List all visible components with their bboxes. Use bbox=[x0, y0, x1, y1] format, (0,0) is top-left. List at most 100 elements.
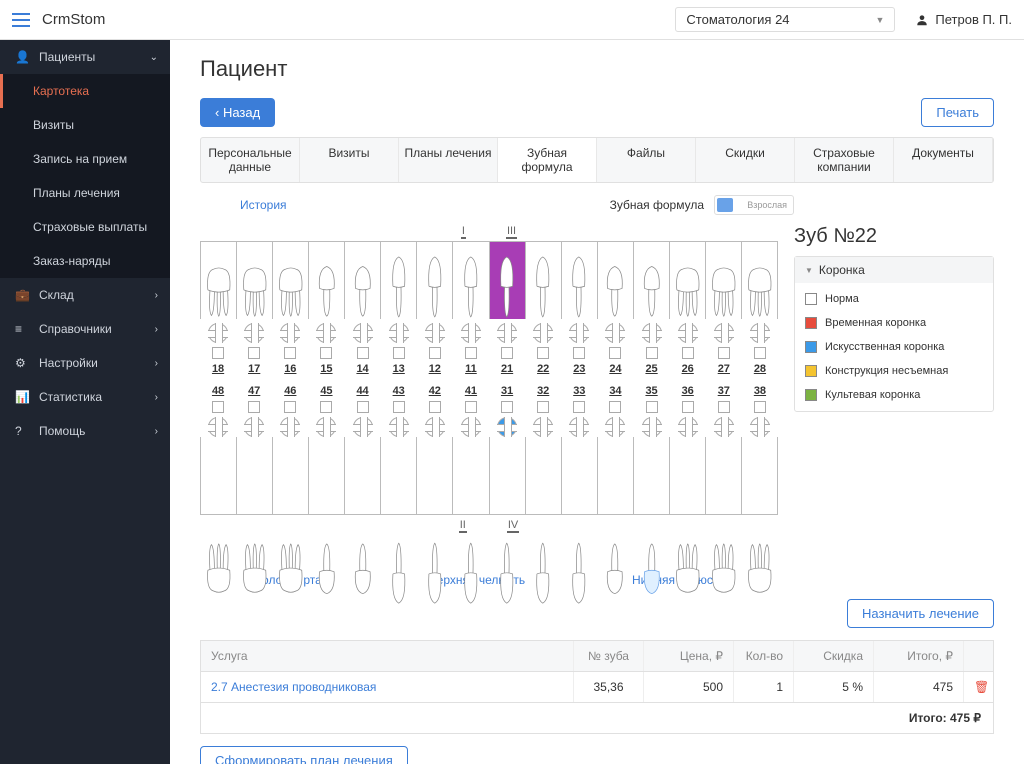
surface-46[interactable] bbox=[284, 401, 296, 413]
occlusal-46[interactable] bbox=[280, 417, 300, 437]
occlusal-45[interactable] bbox=[316, 417, 336, 437]
occlusal-28[interactable] bbox=[750, 323, 770, 343]
tooth-26[interactable] bbox=[670, 242, 706, 319]
tooth-22[interactable] bbox=[526, 242, 562, 319]
surface-32[interactable] bbox=[537, 401, 549, 413]
legend-item[interactable]: Норма bbox=[795, 287, 993, 311]
occlusal-47[interactable] bbox=[244, 417, 264, 437]
surface-13[interactable] bbox=[393, 347, 405, 359]
sidebar-item-patients[interactable]: 👤 Пациенты ⌄ bbox=[0, 40, 170, 74]
tooth-47[interactable] bbox=[237, 437, 273, 514]
occlusal-44[interactable] bbox=[353, 417, 373, 437]
surface-16[interactable] bbox=[284, 347, 296, 359]
tooth-21[interactable] bbox=[490, 242, 526, 319]
tooth-36[interactable] bbox=[670, 437, 706, 514]
tooth-24[interactable] bbox=[598, 242, 634, 319]
tooth-28[interactable] bbox=[742, 242, 777, 319]
surface-12[interactable] bbox=[429, 347, 441, 359]
tooth-41[interactable] bbox=[453, 437, 489, 514]
occlusal-41[interactable] bbox=[461, 417, 481, 437]
age-toggle[interactable]: Взрослая bbox=[714, 195, 794, 215]
tab-discounts[interactable]: Скидки bbox=[696, 138, 795, 182]
legend-item[interactable]: Конструкция несъемная bbox=[795, 359, 993, 383]
sidebar-item-stock[interactable]: 💼Склад› bbox=[0, 278, 170, 312]
legend-item[interactable]: Культевая коронка bbox=[795, 383, 993, 407]
occlusal-36[interactable] bbox=[678, 417, 698, 437]
tooth-31[interactable] bbox=[490, 437, 526, 514]
surface-17[interactable] bbox=[248, 347, 260, 359]
occlusal-11[interactable] bbox=[461, 323, 481, 343]
tooth-37[interactable] bbox=[706, 437, 742, 514]
occlusal-12[interactable] bbox=[425, 323, 445, 343]
tooth-13[interactable] bbox=[381, 242, 417, 319]
surface-25[interactable] bbox=[646, 347, 658, 359]
surface-26[interactable] bbox=[682, 347, 694, 359]
occlusal-18[interactable] bbox=[208, 323, 228, 343]
print-button[interactable]: Печать bbox=[921, 98, 994, 127]
occlusal-27[interactable] bbox=[714, 323, 734, 343]
sidebar-sub-appointment[interactable]: Запись на прием bbox=[0, 142, 170, 176]
tab-personal[interactable]: Персональные данные bbox=[201, 138, 300, 182]
surface-38[interactable] bbox=[754, 401, 766, 413]
surface-48[interactable] bbox=[212, 401, 224, 413]
occlusal-22[interactable] bbox=[533, 323, 553, 343]
sidebar-sub-kartoteka[interactable]: Картотека bbox=[0, 74, 170, 108]
sidebar-item-settings[interactable]: ⚙Настройки› bbox=[0, 346, 170, 380]
tooth-25[interactable] bbox=[634, 242, 670, 319]
surface-34[interactable] bbox=[609, 401, 621, 413]
surface-21[interactable] bbox=[501, 347, 513, 359]
service-link[interactable]: 2.7 Анестезия проводниковая bbox=[211, 680, 376, 694]
surface-44[interactable] bbox=[357, 401, 369, 413]
sidebar-sub-plans[interactable]: Планы лечения bbox=[0, 176, 170, 210]
surface-22[interactable] bbox=[537, 347, 549, 359]
occlusal-35[interactable] bbox=[642, 417, 662, 437]
tooth-32[interactable] bbox=[526, 437, 562, 514]
tab-insurance[interactable]: Страховые компании bbox=[795, 138, 894, 182]
surface-36[interactable] bbox=[682, 401, 694, 413]
clinic-select[interactable]: Стоматология 24 ▼ bbox=[675, 7, 895, 32]
accordion-head[interactable]: ▼Коронка bbox=[795, 257, 993, 283]
occlusal-25[interactable] bbox=[642, 323, 662, 343]
occlusal-42[interactable] bbox=[425, 417, 445, 437]
occlusal-23[interactable] bbox=[569, 323, 589, 343]
occlusal-13[interactable] bbox=[389, 323, 409, 343]
tooth-12[interactable] bbox=[417, 242, 453, 319]
occlusal-48[interactable] bbox=[208, 417, 228, 437]
occlusal-31[interactable] bbox=[497, 417, 517, 437]
occlusal-38[interactable] bbox=[750, 417, 770, 437]
tooth-48[interactable] bbox=[201, 437, 237, 514]
occlusal-32[interactable] bbox=[533, 417, 553, 437]
tooth-34[interactable] bbox=[598, 437, 634, 514]
legend-item[interactable]: Временная коронка bbox=[795, 311, 993, 335]
occlusal-34[interactable] bbox=[605, 417, 625, 437]
occlusal-16[interactable] bbox=[280, 323, 300, 343]
tooth-23[interactable] bbox=[562, 242, 598, 319]
surface-45[interactable] bbox=[320, 401, 332, 413]
sidebar-item-help[interactable]: ?Помощь› bbox=[0, 414, 170, 448]
tab-plans[interactable]: Планы лечения bbox=[399, 138, 498, 182]
surface-15[interactable] bbox=[320, 347, 332, 359]
tooth-11[interactable] bbox=[453, 242, 489, 319]
surface-24[interactable] bbox=[609, 347, 621, 359]
tab-files[interactable]: Файлы bbox=[597, 138, 696, 182]
sidebar-sub-insurance[interactable]: Страховые выплаты bbox=[0, 210, 170, 244]
surface-33[interactable] bbox=[573, 401, 585, 413]
surface-23[interactable] bbox=[573, 347, 585, 359]
tooth-44[interactable] bbox=[345, 437, 381, 514]
occlusal-21[interactable] bbox=[497, 323, 517, 343]
surface-47[interactable] bbox=[248, 401, 260, 413]
sidebar-sub-orders[interactable]: Заказ-наряды bbox=[0, 244, 170, 278]
occlusal-14[interactable] bbox=[353, 323, 373, 343]
surface-37[interactable] bbox=[718, 401, 730, 413]
user-menu[interactable]: Петров П. П. bbox=[915, 12, 1012, 27]
tooth-46[interactable] bbox=[273, 437, 309, 514]
surface-27[interactable] bbox=[718, 347, 730, 359]
occlusal-15[interactable] bbox=[316, 323, 336, 343]
occlusal-24[interactable] bbox=[605, 323, 625, 343]
back-button[interactable]: ‹ Назад bbox=[200, 98, 275, 127]
tooth-18[interactable] bbox=[201, 242, 237, 319]
tooth-42[interactable] bbox=[417, 437, 453, 514]
tooth-27[interactable] bbox=[706, 242, 742, 319]
tooth-38[interactable] bbox=[742, 437, 777, 514]
menu-toggle-icon[interactable] bbox=[12, 13, 30, 27]
